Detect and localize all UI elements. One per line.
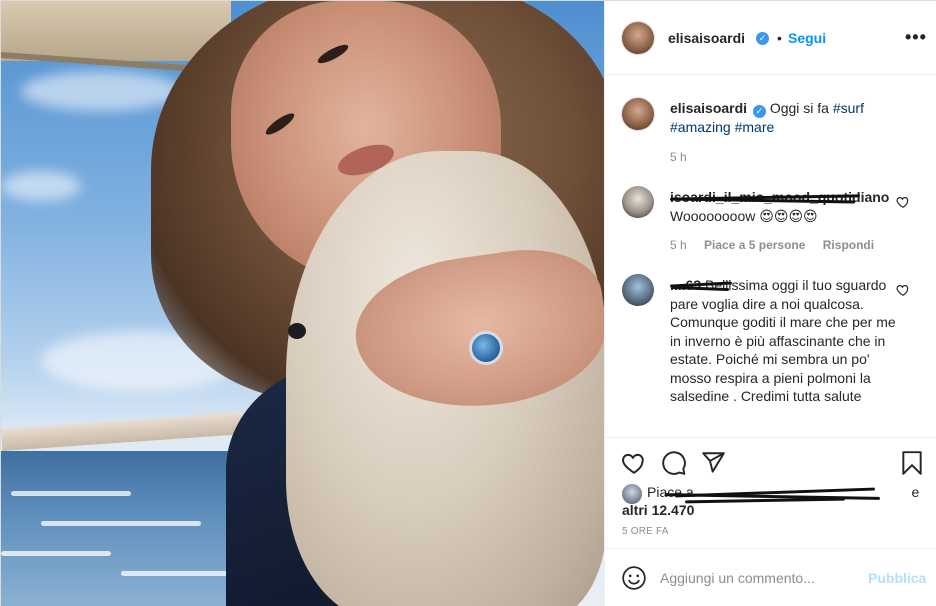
- likes-others[interactable]: altri 12.470: [622, 502, 694, 518]
- comment-text: ....63 Bellissima oggi il tuo sguardo pa…: [670, 276, 900, 406]
- post-header: elisaisoardi ✓ • Segui •••: [605, 1, 936, 75]
- separator-dot: •: [777, 30, 782, 46]
- comment-meta: 5 h Piace a 5 persone Rispondi: [670, 238, 888, 252]
- emoji-icon[interactable]: [621, 565, 647, 591]
- avatar[interactable]: [622, 274, 654, 306]
- follow-button[interactable]: Segui: [788, 30, 826, 46]
- likes-suffix: e: [911, 484, 920, 500]
- comment-icon[interactable]: [661, 450, 687, 476]
- verified-badge-icon: ✓: [756, 32, 769, 45]
- caption-meta: 5 h: [670, 150, 701, 164]
- comment-body: Bellissima oggi il tuo sguardo pare vogl…: [670, 277, 896, 404]
- reply-button[interactable]: Rispondi: [823, 238, 874, 252]
- comments-section: elisaisoardi ✓ Oggi si fa #surf #amazing…: [605, 76, 936, 436]
- caption-body: Oggi si fa: [769, 100, 829, 116]
- photo-wave: [11, 491, 131, 496]
- hashtag-link[interactable]: #surf: [833, 100, 864, 116]
- comment-like-heart-icon[interactable]: [896, 283, 910, 297]
- photo-dog-nose: [288, 323, 306, 339]
- verified-badge-icon: ✓: [752, 105, 766, 118]
- comment-like-heart-icon[interactable]: [896, 195, 910, 209]
- comment-input[interactable]: [660, 568, 860, 588]
- hashtag-link[interactable]: #mare: [735, 119, 775, 135]
- photo-wave: [41, 521, 201, 526]
- photo-wave: [1, 551, 111, 556]
- comment-body: Woooooooow 😍😍😍😍: [670, 207, 818, 224]
- post-photo[interactable]: [1, 1, 604, 606]
- comment-likes-count[interactable]: Piace a 5 persone: [704, 238, 805, 252]
- more-options-icon[interactable]: •••: [905, 27, 927, 48]
- caption-time[interactable]: 5 h: [670, 150, 687, 164]
- header-username[interactable]: elisaisoardi: [668, 30, 745, 46]
- caption-username[interactable]: elisaisoardi: [670, 100, 747, 116]
- comment-text: isoardi_il_mio_mood_quotidiano Woooooooo…: [670, 188, 900, 225]
- avatar[interactable]: [622, 186, 654, 218]
- photo-cloud: [1, 171, 81, 201]
- comment-time[interactable]: 5 h: [670, 238, 687, 252]
- caption-text: elisaisoardi ✓ Oggi si fa #surf #amazing…: [670, 99, 900, 137]
- bookmark-icon[interactable]: [899, 450, 925, 476]
- heart-icon[interactable]: [621, 450, 647, 476]
- share-icon[interactable]: [700, 450, 726, 476]
- likes-prefix: Piace a: [647, 484, 694, 500]
- post-modal: elisaisoardi ✓ • Segui ••• elisaisoardi …: [0, 0, 936, 606]
- avatar[interactable]: [622, 484, 642, 504]
- add-comment-bar: Pubblica: [605, 548, 936, 606]
- photo-ring: [469, 331, 503, 365]
- hashtag-link[interactable]: #amazing: [670, 119, 731, 135]
- post-side-panel: elisaisoardi ✓ • Segui ••• elisaisoardi …: [604, 1, 936, 606]
- photo-cloud: [21, 71, 181, 111]
- avatar[interactable]: [622, 98, 654, 130]
- post-time-ago[interactable]: 5 ORE FA: [622, 526, 669, 537]
- avatar[interactable]: [622, 22, 654, 54]
- publish-button[interactable]: Pubblica: [868, 570, 926, 586]
